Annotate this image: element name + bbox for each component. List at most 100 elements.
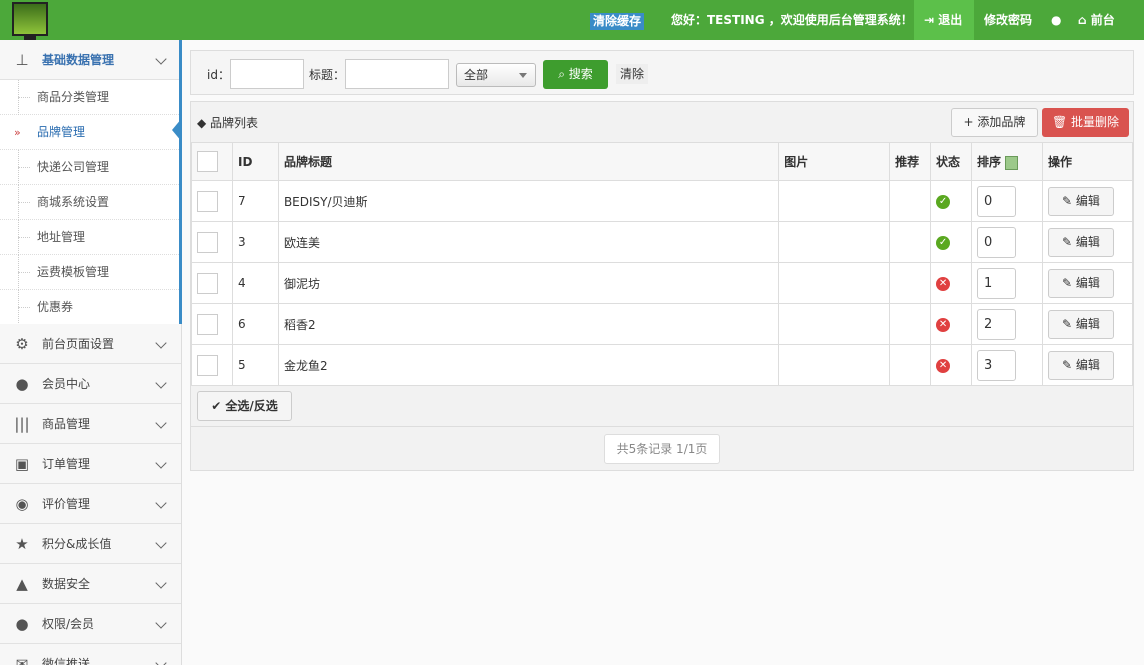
- sidebar-group-label: 前台页面设置: [42, 337, 115, 351]
- sidebar-item-label: 商品分类管理: [37, 90, 110, 104]
- search-button[interactable]: ⌕ 搜索: [543, 60, 608, 89]
- chevron-down-icon: [155, 53, 167, 65]
- status-ok-icon[interactable]: ✓: [936, 236, 951, 250]
- row-recommend: [889, 344, 932, 386]
- sidebar-group-goods[interactable]: ||| 商品管理: [0, 404, 181, 444]
- sidebar-group-frontend[interactable]: ⚙ 前台页面设置: [0, 324, 181, 364]
- row-recommend: [889, 180, 932, 222]
- sidebar-item-category[interactable]: 商品分类管理: [0, 80, 179, 115]
- active-group-bar: [179, 40, 182, 324]
- select-all-checkbox[interactable]: [197, 151, 218, 172]
- edit-button[interactable]: ✎ 编辑: [1047, 268, 1114, 298]
- table-row: 6 稻香2 ✕ 2 ✎ 编辑: [191, 303, 1134, 345]
- row-checkbox[interactable]: [197, 190, 218, 212]
- change-password-link[interactable]: 修改密码: [984, 0, 1032, 40]
- sidebar-group-orders[interactable]: ▣ 订单管理: [0, 444, 181, 484]
- sidebar-item-system-settings[interactable]: 商城系统设置: [0, 185, 179, 220]
- sort-save-icon[interactable]: [1005, 155, 1019, 170]
- status-ok-icon[interactable]: ✓: [936, 195, 951, 209]
- batch-delete-label: 批量删除: [1071, 115, 1120, 129]
- row-image: [778, 262, 891, 304]
- logout-button[interactable]: ⇥ 退出: [914, 0, 974, 40]
- clear-button[interactable]: 清除: [616, 64, 649, 84]
- row-title: BEDISY/贝迪斯: [277, 180, 780, 222]
- chevron-down-icon: [155, 377, 167, 389]
- sidebar-group-points[interactable]: ★ 积分&成长值: [0, 524, 181, 564]
- status-select-value: 全部: [464, 68, 489, 82]
- row-checkbox-cell: [191, 262, 233, 304]
- row-id: 7: [231, 180, 279, 222]
- sidebar-group-reviews[interactable]: ◉ 评价管理: [0, 484, 181, 524]
- chevron-down-icon: [155, 617, 167, 629]
- chevron-down-icon: [155, 497, 167, 509]
- sidebar-item-freight[interactable]: 运费模板管理: [0, 255, 179, 290]
- edit-button[interactable]: ✎ 编辑: [1047, 227, 1114, 257]
- row-checkbox[interactable]: [197, 354, 218, 376]
- sidebar-group-permissions[interactable]: ● 权限/会员: [0, 604, 181, 644]
- row-id: 5: [231, 344, 279, 386]
- row-recommend: [889, 262, 932, 304]
- theme-drop-icon[interactable]: ●: [1051, 0, 1061, 40]
- row-checkbox[interactable]: [197, 313, 218, 335]
- comments-icon: ◉: [15, 495, 29, 513]
- row-checkbox[interactable]: [197, 272, 218, 294]
- gears-icon: ⚙: [15, 335, 29, 353]
- sidebar-group-basic-data[interactable]: ⊥ 基础数据管理: [0, 40, 181, 80]
- row-checkbox-cell: [191, 303, 233, 345]
- sidebar-group-security[interactable]: ▲ 数据安全: [0, 564, 181, 604]
- row-actions: ✎ 编辑: [1041, 344, 1134, 386]
- edit-icon: ✎: [1062, 316, 1076, 331]
- sidebar-group-member[interactable]: ● 会员中心: [0, 364, 181, 404]
- status-disabled-icon[interactable]: ✕: [936, 359, 951, 373]
- row-sort-cell: 2: [971, 303, 1043, 345]
- row-image: [778, 221, 891, 263]
- sidebar-item-express[interactable]: 快递公司管理: [0, 150, 179, 185]
- sidebar-group-label: 订单管理: [42, 457, 91, 471]
- sort-input[interactable]: 2: [977, 308, 1017, 340]
- sitemap-icon: ⊥: [15, 51, 29, 69]
- title-input[interactable]: [345, 59, 449, 89]
- batch-delete-button[interactable]: 🗑 批量删除: [1042, 108, 1129, 137]
- status-disabled-icon[interactable]: ✕: [936, 318, 951, 332]
- edit-icon: ✎: [1062, 275, 1076, 290]
- row-checkbox[interactable]: [197, 231, 218, 253]
- top-bar: 清除缓存 您好：TESTING ，欢迎使用后台管理系统！ ⇥ 退出 修改密码 ●…: [0, 0, 1144, 40]
- table-row: 4 御泥坊 ✕ 1 ✎ 编辑: [191, 262, 1134, 304]
- column-header: 推荐: [889, 142, 932, 181]
- sidebar-item-coupon[interactable]: 优惠券: [0, 290, 179, 325]
- add-brand-button[interactable]: + 添加品牌: [951, 108, 1038, 137]
- edit-button[interactable]: ✎ 编辑: [1047, 309, 1114, 339]
- sidebar-item-brand[interactable]: » 品牌管理: [0, 115, 179, 150]
- edit-button[interactable]: ✎ 编辑: [1047, 350, 1114, 380]
- status-select[interactable]: 全部: [456, 63, 536, 87]
- divider: [191, 426, 1133, 427]
- sort-input[interactable]: 3: [977, 349, 1017, 381]
- plus-icon: +: [963, 115, 978, 129]
- row-checkbox-cell: [191, 344, 233, 386]
- sidebar-item-address[interactable]: 地址管理: [0, 220, 179, 255]
- status-disabled-icon[interactable]: ✕: [936, 277, 951, 291]
- clear-cache-button[interactable]: 清除缓存: [590, 13, 645, 30]
- edit-label: 编辑: [1075, 357, 1100, 372]
- edit-button[interactable]: ✎ 编辑: [1047, 186, 1114, 216]
- select-all-label: 全选/反选: [225, 399, 278, 413]
- select-all-button[interactable]: ✔ 全选/反选: [197, 391, 292, 421]
- table-row: 3 欧连美 ✓ 0 ✎ 编辑: [191, 221, 1134, 263]
- row-image: [778, 180, 891, 222]
- row-actions: ✎ 编辑: [1041, 262, 1134, 304]
- front-link[interactable]: ⌂ 前台: [1078, 0, 1115, 40]
- sidebar: ⊥ 基础数据管理 商品分类管理 » 品牌管理 快递公司管理 商城系统设置 地址管理…: [0, 40, 182, 665]
- header-checkbox-cell: [191, 142, 233, 181]
- edit-label: 编辑: [1075, 275, 1100, 290]
- sidebar-group-wechat[interactable]: ✉ 微信推送: [0, 644, 181, 665]
- row-actions: ✎ 编辑: [1041, 221, 1134, 263]
- row-image: [778, 344, 891, 386]
- sort-column-header[interactable]: 排序: [971, 142, 1043, 181]
- sort-input[interactable]: 0: [977, 185, 1017, 217]
- id-input[interactable]: [230, 59, 304, 89]
- sort-input[interactable]: 1: [977, 267, 1017, 299]
- row-sort-cell: 1: [971, 262, 1043, 304]
- chevron-down-icon: [155, 417, 167, 429]
- sort-input[interactable]: 0: [977, 226, 1017, 258]
- row-sort-cell: 3: [971, 344, 1043, 386]
